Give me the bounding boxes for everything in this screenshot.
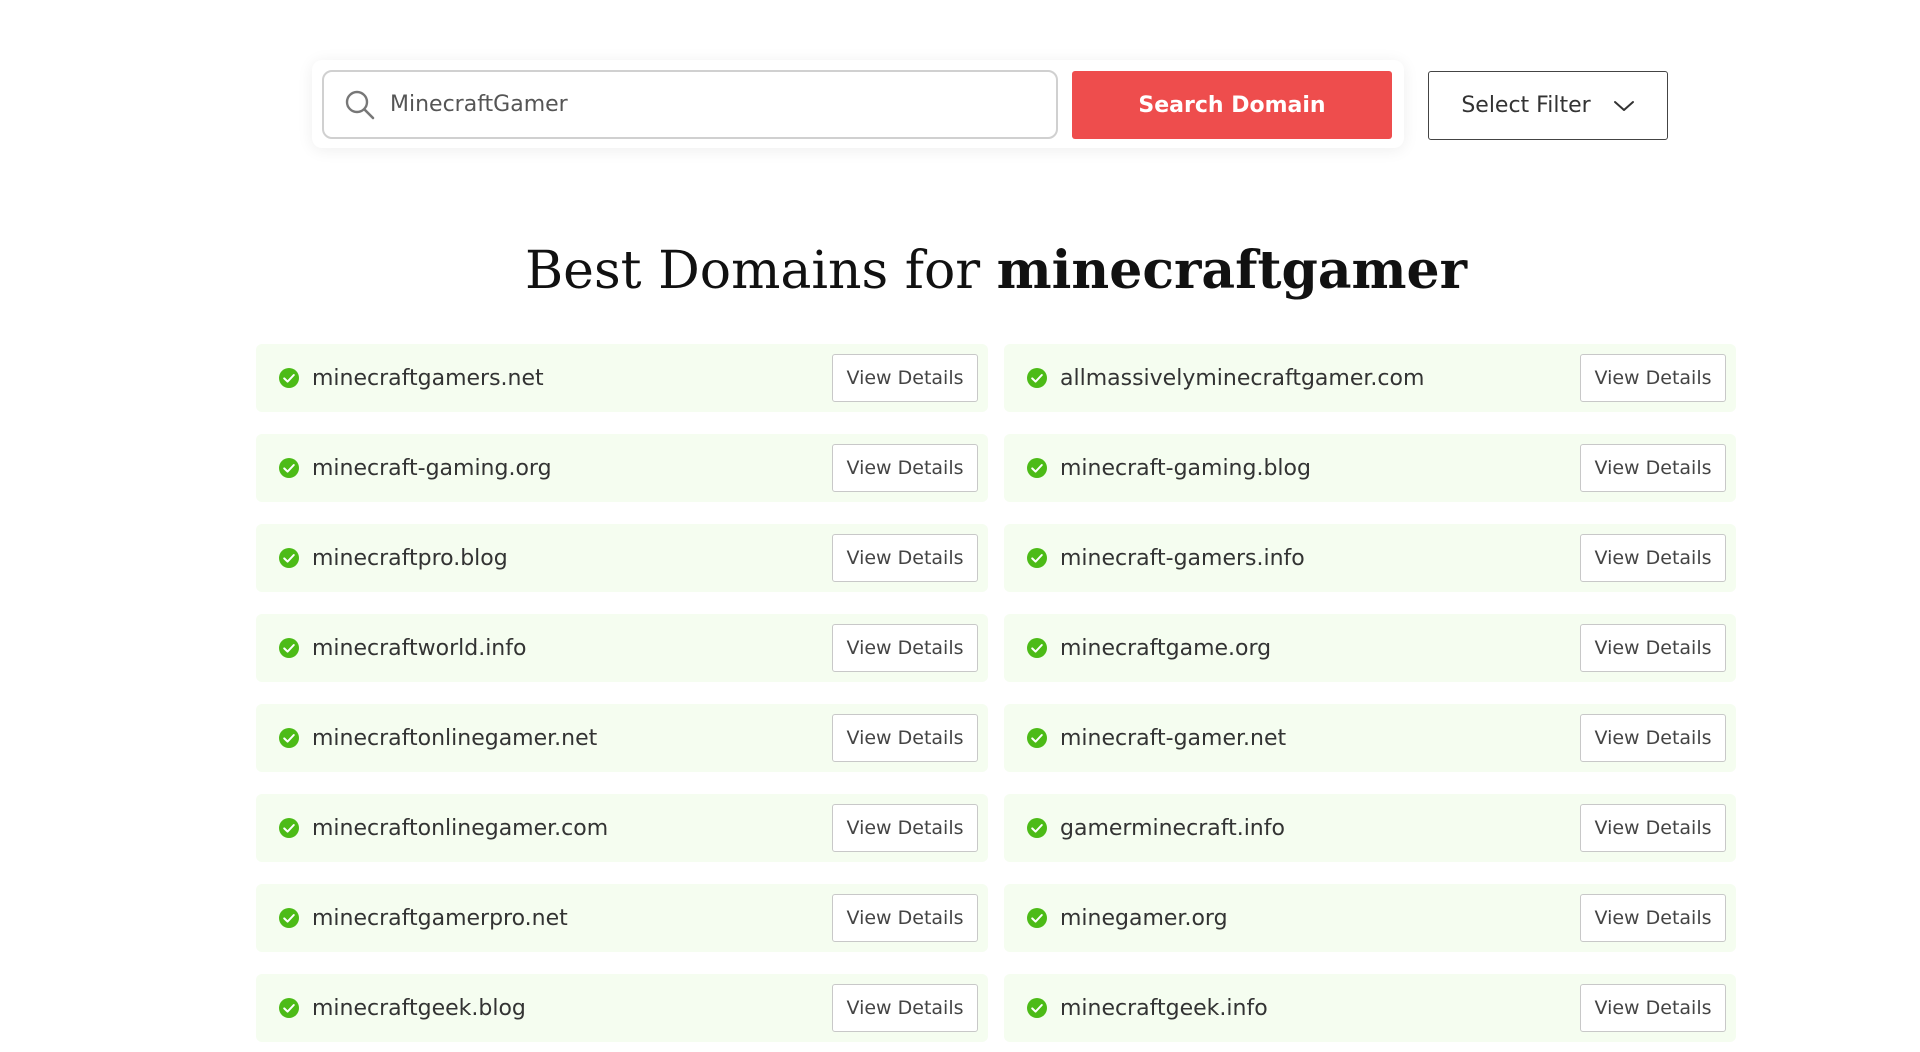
- search-icon: [342, 87, 378, 123]
- domain-name: minecraftgamerpro.net: [312, 905, 568, 931]
- domain-name: minecraft-gamer.net: [1060, 725, 1287, 751]
- page: Search Domain Select Filter Best Domains…: [0, 0, 1920, 1052]
- domain-result-row: minecraftgeek.blog View Details: [256, 974, 988, 1042]
- check-circle-icon: [278, 727, 300, 749]
- search-input[interactable]: [390, 92, 1010, 117]
- view-details-button[interactable]: View Details: [1580, 804, 1726, 852]
- check-circle-icon: [278, 457, 300, 479]
- check-circle-icon: [1026, 637, 1048, 659]
- domain-results-list: minecraftgamers.net View Details allmassiv…: [256, 344, 1736, 1042]
- domain-result-row: minecraftonlinegamer.net View Details: [256, 704, 988, 772]
- search-domain-button[interactable]: Search Domain: [1072, 71, 1392, 139]
- domain-result-row: minecraftgamerpro.net View Details: [256, 884, 988, 952]
- check-circle-icon: [1026, 457, 1048, 479]
- domain-result-row: minecraft-gaming.blog View Details: [1004, 434, 1736, 502]
- domain-name: minecraftworld.info: [312, 635, 527, 661]
- domain-result-row: minecraft-gamers.info View Details: [1004, 524, 1736, 592]
- view-details-button[interactable]: View Details: [1580, 444, 1726, 492]
- check-circle-icon: [1026, 367, 1048, 389]
- domain-name: allmassivelyminecraftgamer.com: [1060, 365, 1425, 391]
- domain-name: minecraftgame.org: [1060, 635, 1272, 661]
- select-filter-label: Select Filter: [1461, 93, 1591, 118]
- check-circle-icon: [278, 547, 300, 569]
- view-details-button[interactable]: View Details: [1580, 624, 1726, 672]
- view-details-button[interactable]: View Details: [1580, 894, 1726, 942]
- check-circle-icon: [278, 817, 300, 839]
- domain-name: gamerminecraft.info: [1060, 815, 1285, 841]
- page-title: Best Domains for minecraftgamer: [0, 236, 1920, 306]
- domain-result-row: minecraft-gaming.org View Details: [256, 434, 988, 502]
- domain-name: minecraft-gamers.info: [1060, 545, 1305, 571]
- view-details-button[interactable]: View Details: [832, 624, 978, 672]
- search-field[interactable]: [322, 70, 1058, 139]
- view-details-button[interactable]: View Details: [832, 714, 978, 762]
- view-details-button[interactable]: View Details: [1580, 714, 1726, 762]
- check-circle-icon: [1026, 997, 1048, 1019]
- check-circle-icon: [278, 997, 300, 1019]
- check-circle-icon: [1026, 727, 1048, 749]
- view-details-button[interactable]: View Details: [832, 984, 978, 1032]
- view-details-button[interactable]: View Details: [832, 534, 978, 582]
- view-details-button[interactable]: View Details: [1580, 984, 1726, 1032]
- page-title-keyword: minecraftgamer: [996, 240, 1468, 301]
- check-circle-icon: [1026, 817, 1048, 839]
- domain-result-row: minecraftgame.org View Details: [1004, 614, 1736, 682]
- view-details-button[interactable]: View Details: [1580, 354, 1726, 402]
- view-details-button[interactable]: View Details: [1580, 534, 1726, 582]
- view-details-button[interactable]: View Details: [832, 804, 978, 852]
- chevron-down-icon: [1613, 99, 1635, 113]
- domain-result-row: gamerminecraft.info View Details: [1004, 794, 1736, 862]
- domain-name: minegamer.org: [1060, 905, 1228, 931]
- domain-name: minecraft-gaming.blog: [1060, 455, 1311, 481]
- check-circle-icon: [278, 907, 300, 929]
- check-circle-icon: [1026, 907, 1048, 929]
- domain-result-row: minecraftgamers.net View Details: [256, 344, 988, 412]
- domain-name: minecraftgeek.blog: [312, 995, 526, 1021]
- domain-name: minecraftgeek.info: [1060, 995, 1268, 1021]
- select-filter-dropdown[interactable]: Select Filter: [1428, 71, 1668, 140]
- domain-name: minecraftgamers.net: [312, 365, 544, 391]
- domain-name: minecraftpro.blog: [312, 545, 508, 571]
- domain-result-row: minecraft-gamer.net View Details: [1004, 704, 1736, 772]
- check-circle-icon: [278, 367, 300, 389]
- domain-result-row: minecraftpro.blog View Details: [256, 524, 988, 592]
- domain-result-row: minecraftonlinegamer.com View Details: [256, 794, 988, 862]
- check-circle-icon: [278, 637, 300, 659]
- domain-name: minecraftonlinegamer.com: [312, 815, 609, 841]
- view-details-button[interactable]: View Details: [832, 444, 978, 492]
- domain-result-row: minecraftgeek.info View Details: [1004, 974, 1736, 1042]
- check-circle-icon: [1026, 547, 1048, 569]
- page-title-prefix: Best Domains for: [524, 241, 997, 301]
- search-bar: Search Domain: [312, 60, 1404, 148]
- domain-result-row: allmassivelyminecraftgamer.com View Detai…: [1004, 344, 1736, 412]
- view-details-button[interactable]: View Details: [832, 354, 978, 402]
- domain-result-row: minecraftworld.info View Details: [256, 614, 988, 682]
- view-details-button[interactable]: View Details: [832, 894, 978, 942]
- domain-result-row: minegamer.org View Details: [1004, 884, 1736, 952]
- domain-name: minecraftonlinegamer.net: [312, 725, 598, 751]
- domain-name: minecraft-gaming.org: [312, 455, 552, 481]
